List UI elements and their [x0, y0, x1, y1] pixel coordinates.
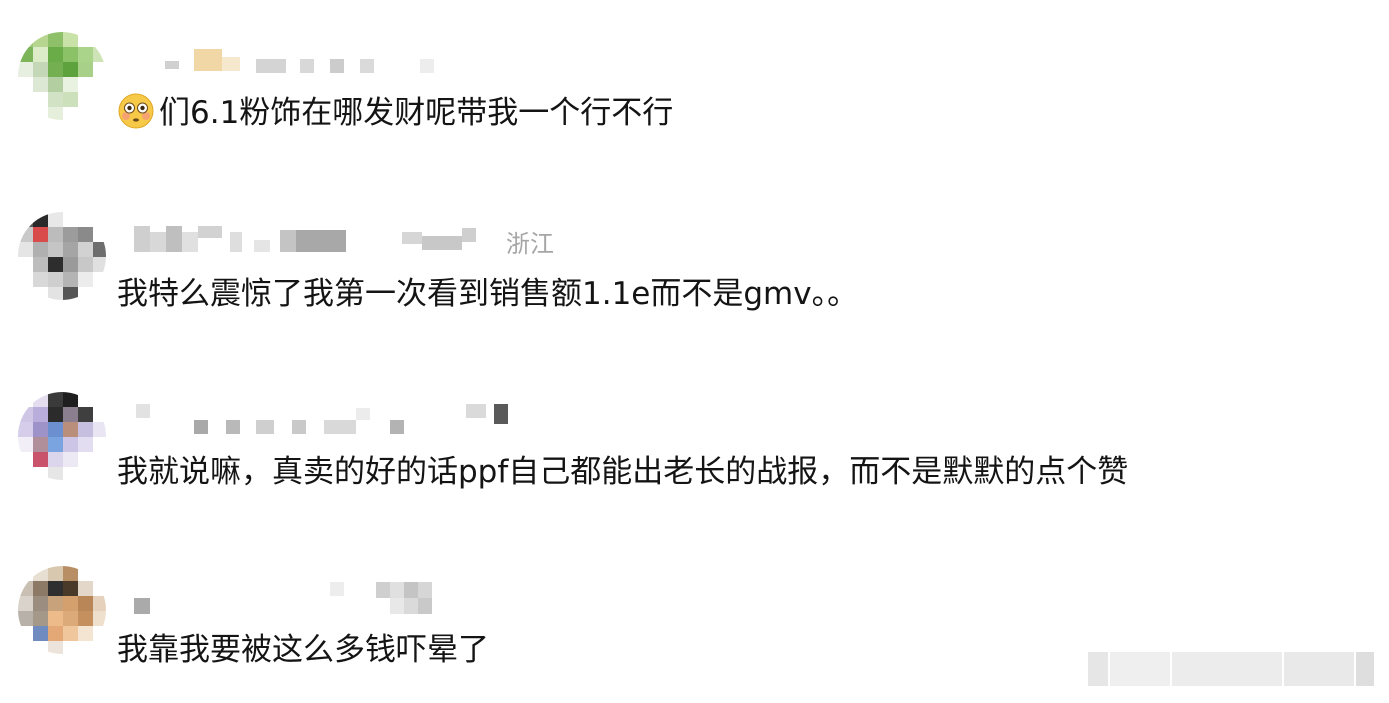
comment-text: 我就说嘛，真卖的好的话ppf自己都能出老长的战报，而不是默默的点个赞: [117, 452, 1128, 492]
comment-body: 我就说嘛，真卖的好的话ppf自己都能出老长的战报，而不是默默的点个赞: [117, 454, 1129, 490]
avatar[interactable]: [18, 392, 106, 480]
comment-text: 我特么震惊了我第一次看到销售额1.1e而不是gmv。。: [117, 274, 858, 314]
avatar[interactable]: [18, 566, 106, 654]
username-blurred[interactable]: [132, 404, 512, 434]
comment-body: 我特么震惊了我第一次看到销售额1.1e而不是gmv。。: [117, 276, 859, 312]
comment-text: 我靠我要被这么多钱吓晕了: [117, 630, 489, 670]
avatar[interactable]: [18, 212, 106, 300]
watermark-blurred: [1088, 648, 1378, 688]
comment-item: 我靠我要被这么多钱吓晕了: [0, 0, 1389, 668]
username-blurred[interactable]: [132, 582, 452, 614]
username-blurred[interactable]: [132, 226, 512, 252]
location-label: 浙江: [506, 230, 554, 258]
comment-body: 我靠我要被这么多钱吓晕了: [117, 632, 489, 668]
